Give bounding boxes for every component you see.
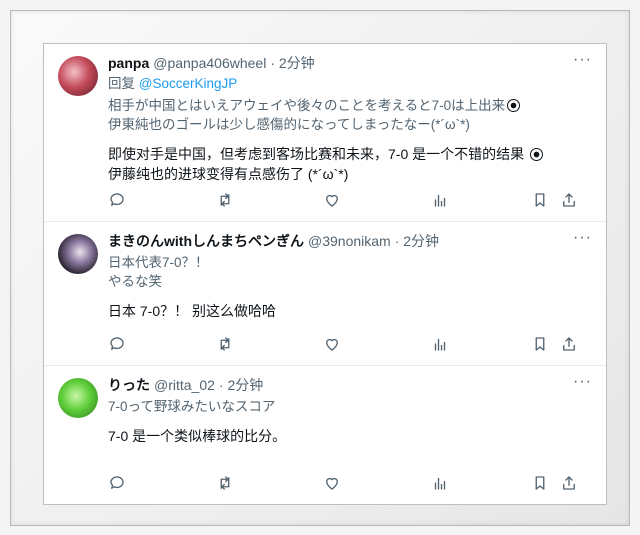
- reply-icon[interactable]: [106, 333, 128, 355]
- like-icon[interactable]: [321, 333, 343, 355]
- bookmark-icon[interactable]: [529, 333, 551, 355]
- soccer-ball-icon: [530, 148, 544, 161]
- tweet-list: ··· panpa @panpa406wheel · 2分钟 回复 @Socce…: [43, 43, 607, 505]
- translation-block: 即使对手是中国，但考虑到客场比赛和未来，7-0 是一个不错的结果 伊藤纯也的进球…: [108, 144, 592, 184]
- user-handle[interactable]: @panpa406wheel: [153, 54, 266, 72]
- views-icon[interactable]: [429, 472, 451, 494]
- reply-icon[interactable]: [106, 472, 128, 494]
- tweet-actions: [106, 333, 596, 357]
- display-name[interactable]: panpa: [108, 54, 149, 72]
- soccer-ball-icon: [507, 99, 521, 112]
- original-text-line: やるな笑: [108, 274, 162, 289]
- bookmark-icon[interactable]: [529, 189, 551, 211]
- original-text-line: 日本代表7-0？！: [108, 255, 209, 270]
- views-icon[interactable]: [429, 189, 451, 211]
- avatar[interactable]: [58, 234, 98, 274]
- share-icon[interactable]: [558, 189, 580, 211]
- retweet-icon[interactable]: [214, 333, 236, 355]
- bookmark-icon[interactable]: [529, 472, 551, 494]
- reply-mention-link[interactable]: @SoccerKingJP: [139, 76, 238, 91]
- views-icon[interactable]: [429, 333, 451, 355]
- translation-line: 日本 7-0？！ 别这么做哈哈: [108, 303, 277, 319]
- avatar[interactable]: [58, 56, 98, 96]
- reply-prefix: 回复: [108, 76, 135, 91]
- avatar[interactable]: [58, 378, 98, 418]
- timestamp[interactable]: · 2分钟: [270, 54, 314, 72]
- translation-block: 7-0 是一个类似棒球的比分。: [108, 426, 592, 446]
- original-text-line: 7-0って野球みたいなスコア: [108, 399, 276, 414]
- display-name[interactable]: りった: [108, 376, 150, 394]
- tweet-actions: [106, 472, 596, 496]
- user-handle[interactable]: @ritta_02: [154, 376, 215, 394]
- retweet-icon[interactable]: [214, 472, 236, 494]
- share-icon[interactable]: [558, 472, 580, 494]
- translation-block: 日本 7-0？！ 别这么做哈哈: [108, 301, 592, 321]
- reply-icon[interactable]: [106, 189, 128, 211]
- original-text-line: 伊東純也のゴールは少し感傷的になってしまったなー(*´ω`*): [108, 117, 470, 132]
- tweet-header: りった @ritta_02 · 2分钟: [108, 376, 592, 394]
- user-handle[interactable]: @39nonikam: [308, 232, 391, 250]
- translation-line: 即使对手是中国，但考虑到客场比赛和未来，7-0 是一个不错的结果: [108, 144, 592, 164]
- translation-line: 伊藤纯也的进球变得有点感伤了 (*´ω`*): [108, 166, 349, 182]
- tweet[interactable]: ··· りった @ritta_02 · 2分钟 7-0って野球みたいなスコア 7…: [44, 366, 606, 504]
- original-text: 相手が中国とはいえアウェイや後々のことを考えると7-0は上出来: [108, 98, 506, 113]
- tweet[interactable]: ··· まきのんwithしんまちペンぎん @39nonikam · 2分钟 日本…: [44, 222, 606, 366]
- tweet[interactable]: ··· panpa @panpa406wheel · 2分钟 回复 @Socce…: [44, 44, 606, 222]
- tweet-header: panpa @panpa406wheel · 2分钟: [108, 54, 592, 72]
- like-icon[interactable]: [321, 189, 343, 211]
- translation-line: 7-0 是一个类似棒球的比分。: [108, 428, 287, 444]
- timestamp[interactable]: · 2分钟: [219, 376, 263, 394]
- tweet-actions: [106, 189, 596, 213]
- share-icon[interactable]: [558, 333, 580, 355]
- photo-frame: ··· panpa @panpa406wheel · 2分钟 回复 @Socce…: [10, 10, 630, 526]
- reply-context: 回复 @SoccerKingJP: [108, 74, 592, 93]
- like-icon[interactable]: [321, 472, 343, 494]
- tweet-header: まきのんwithしんまちペンぎん @39nonikam · 2分钟: [108, 232, 592, 250]
- original-text-line: 相手が中国とはいえアウェイや後々のことを考えると7-0は上出来: [108, 96, 592, 115]
- display-name[interactable]: まきのんwithしんまちペンぎん: [108, 232, 304, 250]
- retweet-icon[interactable]: [214, 189, 236, 211]
- timestamp[interactable]: · 2分钟: [395, 232, 439, 250]
- translation-text: 即使对手是中国，但考虑到客场比赛和未来，7-0 是一个不错的结果: [108, 146, 525, 162]
